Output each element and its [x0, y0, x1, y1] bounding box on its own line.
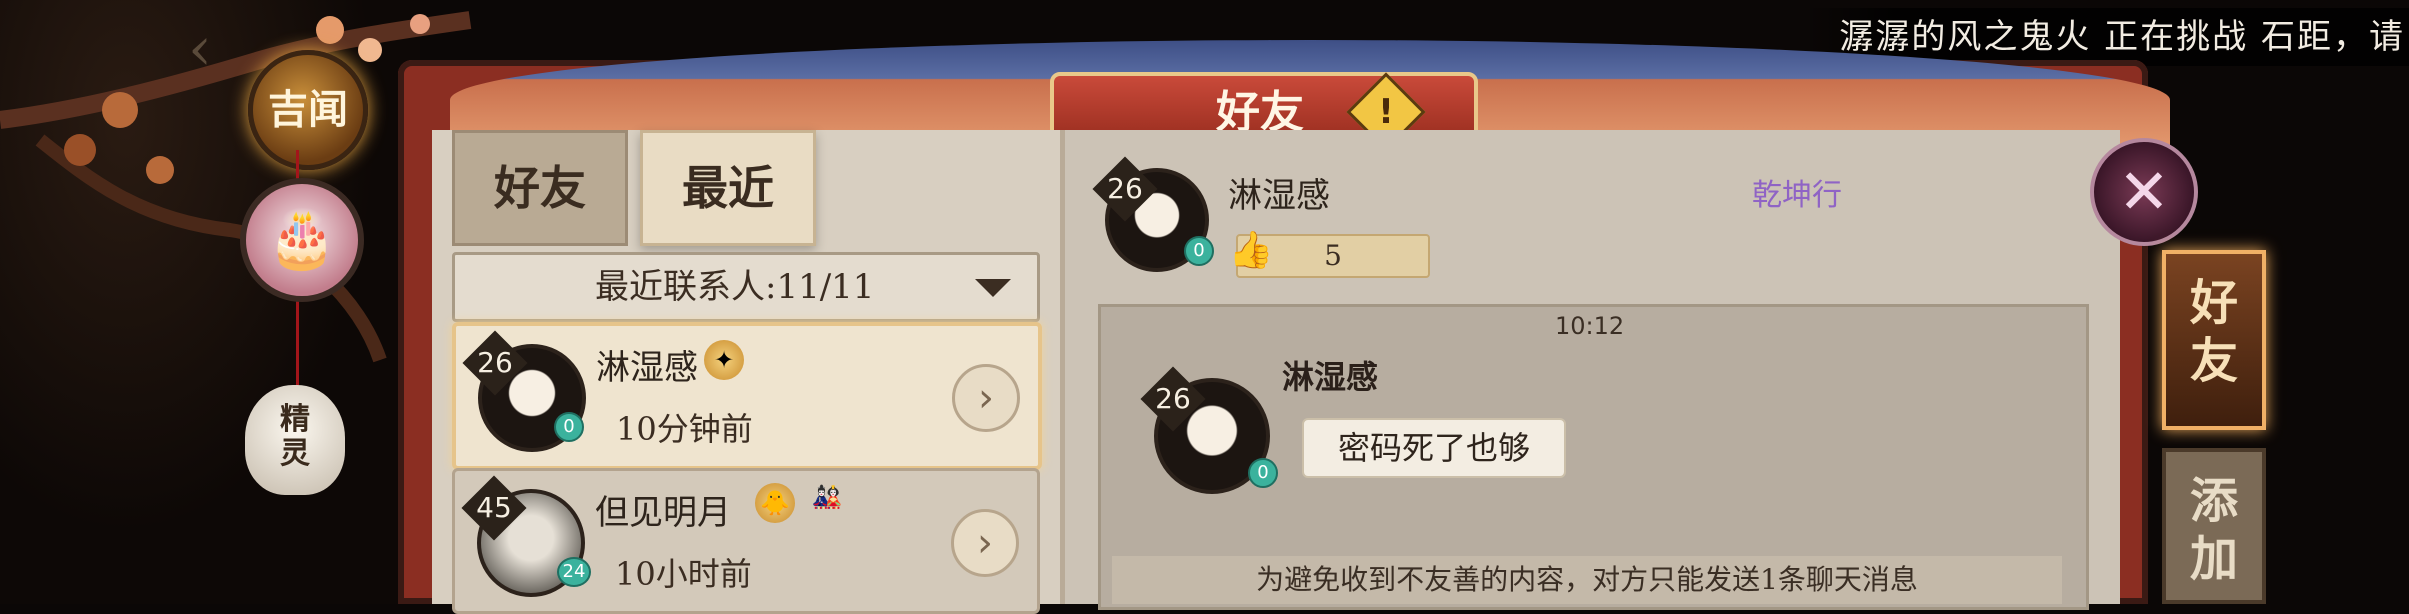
side-tab-friends[interactable]: 好友: [2162, 250, 2266, 430]
close-button[interactable]: ✕: [2090, 138, 2198, 246]
doll-icon: 🎎: [812, 483, 842, 511]
contact-name: 淋湿感: [596, 348, 698, 388]
side-tab-label: 好友: [2189, 275, 2238, 389]
tab-recent[interactable]: 最近: [640, 130, 816, 246]
recent-contacts-dropdown[interactable]: 最近联系人:11/11: [452, 252, 1040, 322]
level-badge: 26: [462, 330, 528, 396]
sender-level-text: 26: [1155, 382, 1191, 415]
profile-level-badge: 26: [1092, 156, 1158, 222]
back-button[interactable]: ‹: [160, 14, 240, 84]
tab-friends[interactable]: 好友: [452, 130, 628, 246]
chevron-down-icon: [975, 279, 1011, 297]
message-timestamp: 10:12: [1555, 312, 1625, 340]
contact-time: 10分钟前: [616, 410, 753, 448]
contact-badge: 0: [554, 412, 584, 442]
contact-time: 10小时前: [615, 555, 752, 593]
chick-icon: 🐥: [755, 483, 795, 523]
profile-level-text: 26: [1107, 172, 1143, 205]
chevron-right-icon[interactable]: ›: [952, 364, 1020, 432]
sender-level-badge: 26: [1140, 366, 1206, 432]
contact-badge: 24: [557, 557, 591, 587]
level-text: 26: [477, 346, 513, 379]
birthday-cake-icon[interactable]: 🎂: [240, 178, 364, 302]
contact-name: 但见明月: [595, 493, 731, 533]
message-bubble: 密码死了也够: [1302, 418, 1566, 478]
chevron-right-icon[interactable]: ›: [951, 509, 1019, 577]
medal-icon: ✦: [704, 340, 744, 380]
sender-name: 淋湿感: [1282, 358, 1379, 396]
thumbs-up-icon[interactable]: 👍: [1226, 226, 1276, 276]
level-text: 45: [476, 491, 512, 524]
contact-item-selected[interactable]: 26 0 淋湿感 ✦ 10分钟前 ›: [452, 322, 1042, 470]
chat-restriction-notice: 为避免收到不友善的内容，对方只能发送1条聊天消息: [1112, 556, 2062, 604]
contact-item[interactable]: 45 24 但见明月 🐥 🎎 10小时前 ›: [452, 468, 1040, 614]
side-tab-label: 添加: [2189, 473, 2238, 587]
dropdown-label: 最近联系人:11/11: [595, 267, 875, 307]
news-label: 吉闻: [268, 86, 348, 133]
side-tab-add[interactable]: 添加: [2162, 448, 2266, 604]
profile-name: 淋湿感: [1228, 176, 1330, 216]
news-lantern-button[interactable]: 吉闻: [248, 50, 368, 170]
guild-name[interactable]: 乾坤行: [1752, 170, 1842, 214]
spirit-label: 精灵: [280, 402, 310, 471]
spirit-button[interactable]: 精灵: [245, 385, 345, 495]
level-badge: 45: [461, 475, 527, 541]
sender-badge: 0: [1248, 458, 1278, 488]
profile-badge: 0: [1184, 236, 1214, 266]
